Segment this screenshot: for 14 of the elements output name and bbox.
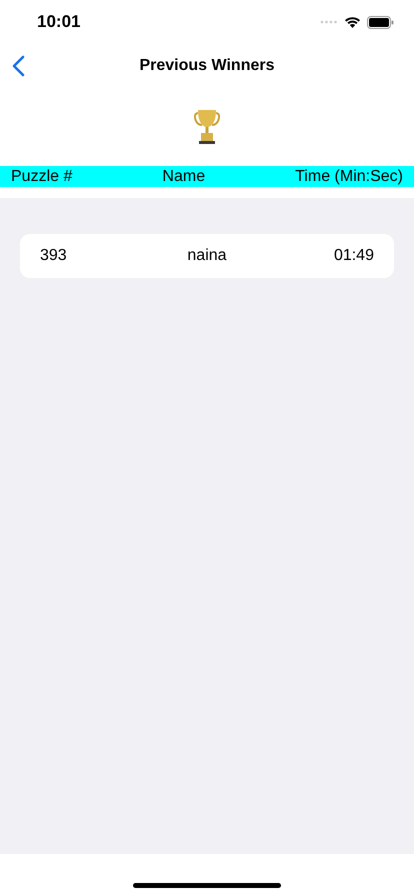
signal-icon [320, 20, 338, 24]
chevron-left-icon [12, 55, 25, 77]
battery-icon [367, 16, 394, 28]
column-header: Puzzle # [11, 168, 72, 186]
column-header: Time (Min:Sec) [295, 168, 403, 186]
column-header: Name [162, 168, 206, 186]
winner-name: naina [186, 247, 228, 265]
trophy-icon [194, 109, 220, 145]
puzzle-number: 393 [40, 247, 68, 265]
winner-time: 01:49 [332, 247, 374, 265]
nav-title: Previous Winners [139, 57, 274, 75]
status-time: 10:01 [37, 12, 80, 32]
wifi-icon [344, 16, 361, 28]
back-button[interactable] [12, 55, 25, 77]
